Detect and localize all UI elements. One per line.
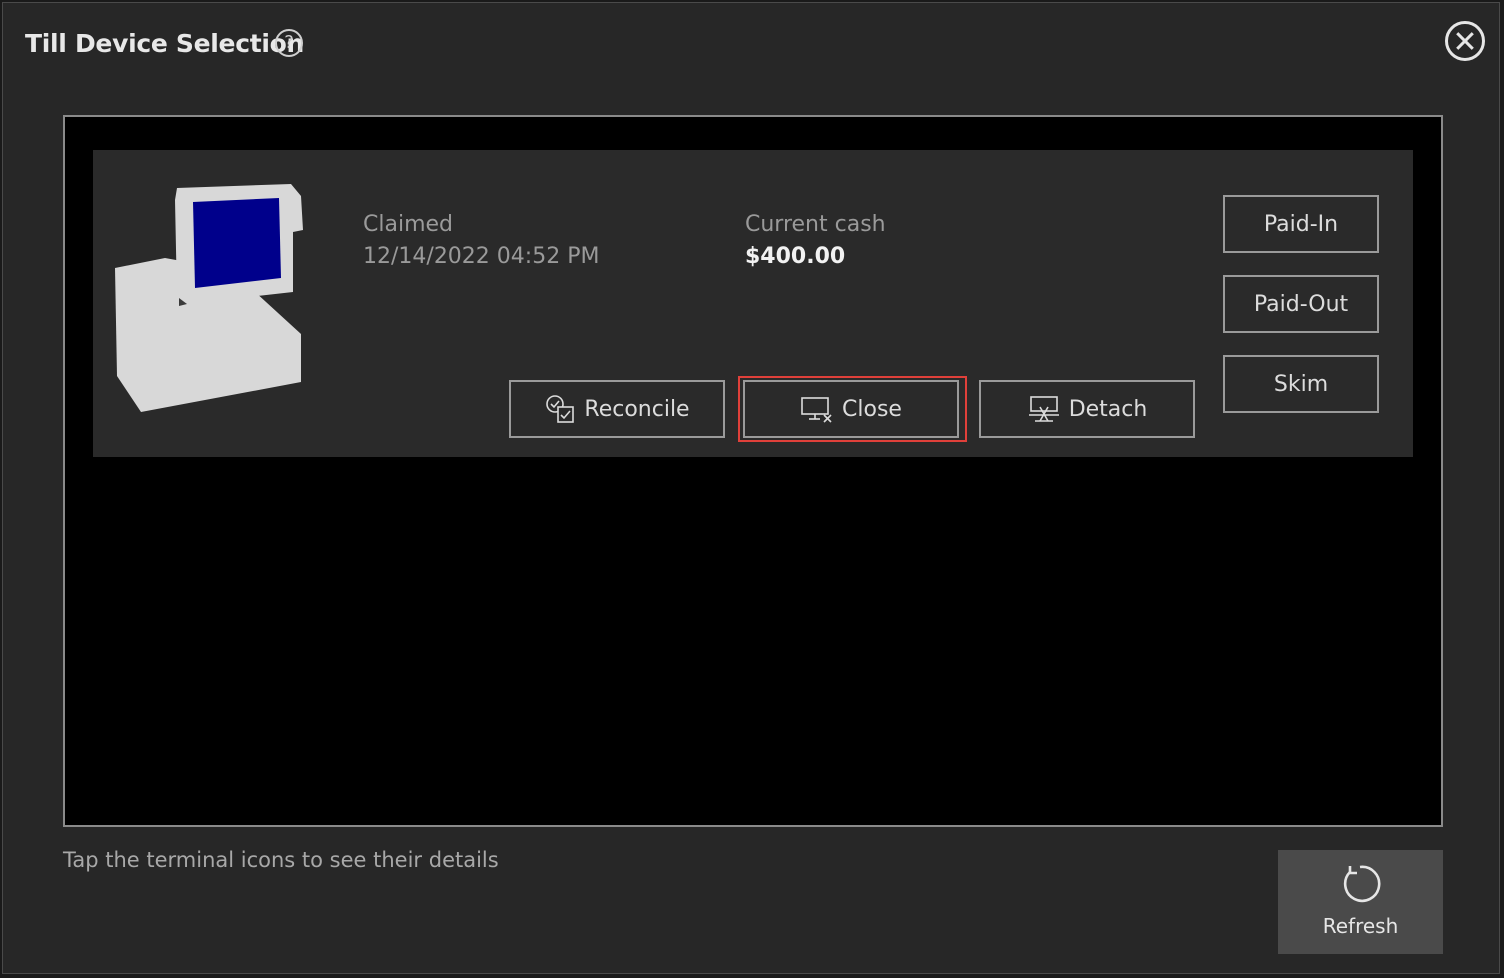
status-label: Claimed	[363, 212, 453, 237]
terminal-icon[interactable]	[111, 180, 321, 416]
skim-button[interactable]: Skim	[1223, 355, 1379, 413]
cash-value: $400.00	[745, 244, 846, 269]
terminal-list-panel: Claimed 12/14/2022 04:52 PM Current cash…	[63, 115, 1443, 827]
dialog-title: Till Device Selection	[25, 29, 305, 58]
till-card: Claimed 12/14/2022 04:52 PM Current cash…	[93, 150, 1413, 457]
reconcile-icon	[546, 395, 575, 423]
status-time: 12/14/2022 04:52 PM	[363, 244, 600, 269]
help-icon[interactable]: ?	[275, 29, 303, 57]
detach-label: Detach	[1068, 396, 1148, 422]
detach-terminal-icon	[1028, 396, 1059, 422]
close-dialog-icon[interactable]	[1445, 21, 1485, 61]
paid-out-label: Paid-Out	[1253, 291, 1349, 317]
paid-out-button[interactable]: Paid-Out	[1223, 275, 1379, 333]
close-focus-highlight	[738, 376, 967, 442]
skim-label: Skim	[1273, 371, 1329, 397]
paid-in-button[interactable]: Paid-In	[1223, 195, 1379, 253]
refresh-button[interactable]: Refresh	[1278, 850, 1443, 954]
hint-text: Tap the terminal icons to see their deta…	[63, 848, 499, 872]
reconcile-label: Reconcile	[584, 396, 690, 422]
cash-label: Current cash	[745, 212, 886, 237]
detach-button[interactable]: Detach	[979, 380, 1195, 438]
reconcile-button[interactable]: Reconcile	[509, 380, 725, 438]
till-device-selection-dialog: Till Device Selection ? Claimed 12/14/20…	[2, 2, 1500, 974]
refresh-icon	[1343, 865, 1381, 903]
refresh-label: Refresh	[1322, 914, 1399, 938]
paid-in-label: Paid-In	[1263, 211, 1339, 237]
